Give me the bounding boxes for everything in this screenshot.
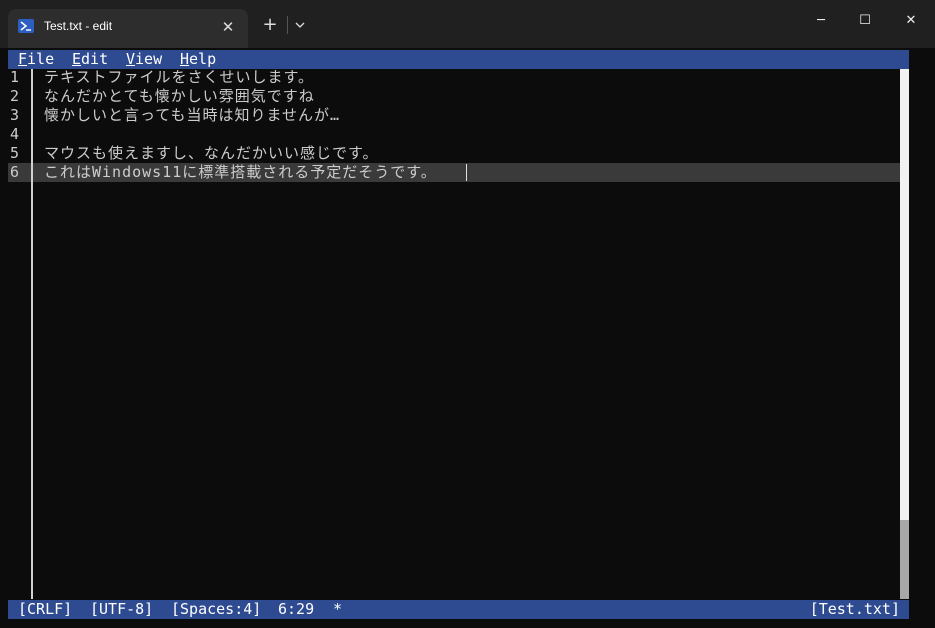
editor-line[interactable]: テキストファイルをさくせいします。 [44, 68, 314, 87]
editor-line[interactable]: これはWindows11に標準搭載される予定だそうです。 [44, 163, 437, 182]
line-ending-status[interactable]: [CRLF] [18, 600, 72, 619]
new-tab-button[interactable]: + [258, 14, 282, 36]
editor-line[interactable]: 懐かしいと言っても当時は知りませんが… [44, 106, 340, 125]
line-number: 6 [10, 163, 20, 181]
menu-view[interactable]: View [126, 50, 162, 69]
line-number: 5 [10, 144, 20, 162]
chevron-down-icon [295, 22, 305, 28]
powershell-icon [18, 19, 34, 33]
filename-status: [Test.txt] [809, 600, 900, 618]
scrollbar-thumb[interactable] [900, 520, 909, 599]
editor-line[interactable]: マウスも使えますし、なんだかいい感じです。 [44, 144, 379, 163]
terminal-area [0, 48, 935, 628]
modified-indicator: * [333, 600, 343, 618]
menu-bar: File Edit View Help [8, 50, 909, 69]
line-number: 4 [10, 125, 20, 143]
title-bar: Test.txt - edit ✕ + ─ ☐ ✕ [0, 0, 935, 48]
menu-edit[interactable]: Edit [72, 50, 108, 69]
tab-title: Test.txt - edit [44, 19, 113, 33]
line-number: 2 [10, 87, 20, 105]
encoding-status[interactable]: [UTF-8] [90, 600, 153, 619]
tab-test-txt[interactable]: Test.txt - edit ✕ [8, 9, 248, 48]
maximize-button[interactable]: ☐ [842, 0, 888, 42]
menu-file[interactable]: File [18, 50, 54, 69]
tab-dropdown-button[interactable] [292, 14, 308, 36]
minimize-button[interactable]: ─ [798, 0, 844, 42]
tab-separator [287, 16, 288, 34]
indent-status[interactable]: [Spaces:4] [171, 600, 261, 619]
status-bar: [CRLF] [UTF-8] [Spaces:4] 6:29 * [Test.t… [8, 600, 909, 619]
text-cursor [466, 164, 467, 181]
menu-help[interactable]: Help [180, 50, 216, 69]
editor-line[interactable]: なんだかとても懐かしい雰囲気ですね [44, 87, 315, 106]
tab-close-icon[interactable]: ✕ [216, 16, 240, 38]
line-number: 1 [10, 68, 20, 86]
gutter-divider [31, 69, 33, 599]
close-window-button[interactable]: ✕ [888, 0, 934, 42]
line-number: 3 [10, 106, 20, 124]
cursor-position-status: 6:29 [278, 600, 315, 618]
